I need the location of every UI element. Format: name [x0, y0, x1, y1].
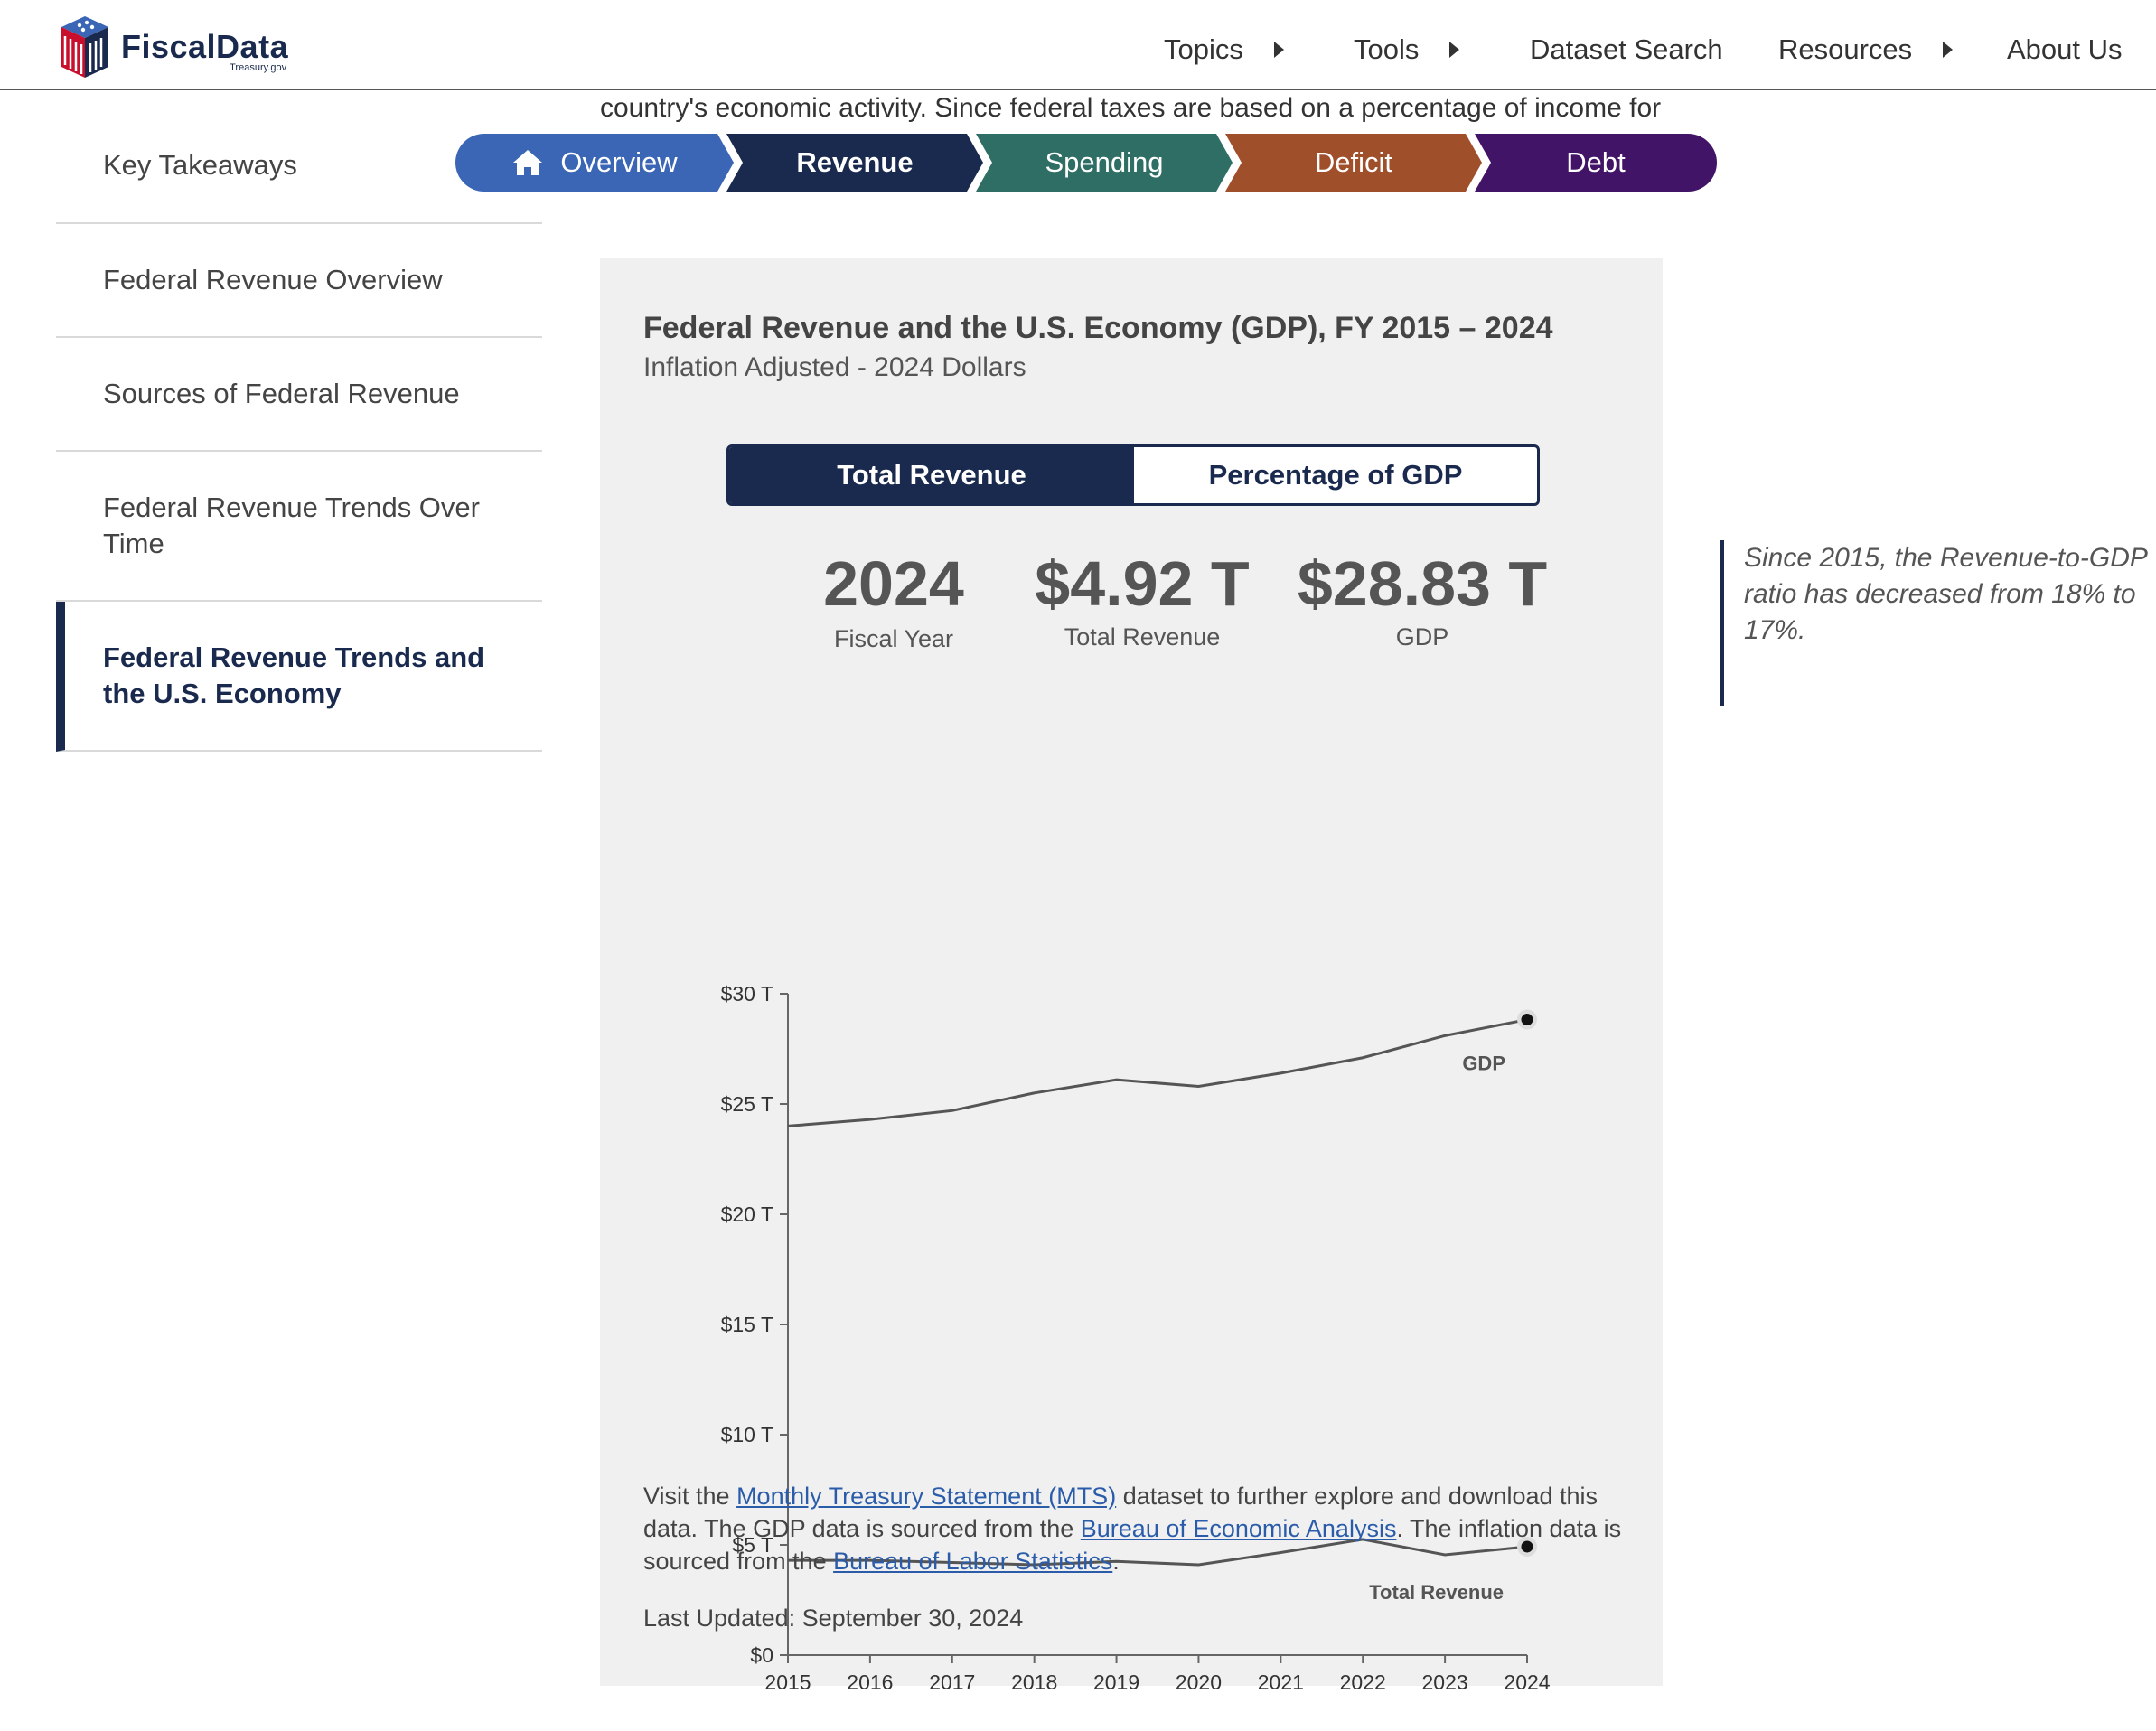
link-bureau-labor-statistics[interactable]: Bureau of Labor Statistics	[833, 1548, 1112, 1575]
explainer-nav: Overview Revenue Spending Deficit Debt	[455, 134, 1717, 192]
site-header: FiscalData Treasury.gov Topics Tools Dat…	[0, 0, 2156, 90]
chart-subtitle: Inflation Adjusted - 2024 Dollars	[643, 352, 1026, 382]
x-tick-label: 2022	[1340, 1670, 1386, 1694]
toggle-percentage-of-gdp[interactable]: Percentage of GDP	[1134, 447, 1537, 503]
caret-right-icon	[1449, 42, 1460, 58]
x-tick-label: 2021	[1258, 1670, 1304, 1694]
chart-view-toggle: Total Revenue Percentage of GDP	[726, 444, 1540, 506]
x-tick-label: 2023	[1422, 1670, 1468, 1694]
y-tick-label: $25 T	[721, 1092, 773, 1116]
logo-subtext: Treasury.gov	[230, 62, 287, 73]
last-updated: Last Updated: September 30, 2024	[643, 1605, 1024, 1632]
stat-total-revenue: $4.92 T Total Revenue	[1035, 548, 1250, 650]
fiscaldata-logo-icon	[61, 16, 108, 78]
link-mts-dataset[interactable]: Monthly Treasury Statement (MTS)	[736, 1483, 1116, 1510]
logo-wordmark: FiscalData	[121, 28, 289, 65]
intro-text: country's economic activity. Since feder…	[600, 93, 1662, 123]
chart-card: Federal Revenue and the U.S. Economy (GD…	[600, 258, 1663, 1694]
y-tick-label: $10 T	[721, 1423, 773, 1446]
y-tick-label: $15 T	[721, 1313, 773, 1336]
home-icon	[513, 150, 543, 175]
gdp-series-label: GDP	[1462, 1053, 1505, 1075]
total-revenue-series-label: Total Revenue	[1369, 1581, 1504, 1604]
caret-right-icon	[1943, 42, 1954, 58]
fiscaldata-logo[interactable]: FiscalData Treasury.gov	[54, 14, 288, 80]
x-tick-label: 2020	[1176, 1670, 1222, 1694]
sidebar-item-sources-of-revenue[interactable]: Sources of Federal Revenue	[56, 338, 542, 452]
nav-topics[interactable]: Topics	[1164, 27, 1284, 72]
sidebar-item-revenue-trends-over-time[interactable]: Federal Revenue Trends Over Time	[56, 452, 542, 602]
nav-resources[interactable]: Resources	[1778, 27, 1954, 72]
x-tick-label: 2024	[1504, 1670, 1550, 1694]
pill-spending[interactable]: Spending	[976, 134, 1233, 192]
x-tick-label: 2016	[847, 1670, 893, 1694]
pill-overview[interactable]: Overview	[455, 134, 734, 192]
pill-deficit[interactable]: Deficit	[1225, 134, 1482, 192]
stat-gdp: $28.83 T GDP	[1297, 548, 1548, 650]
gdp-series-line	[787, 1018, 1528, 1127]
nav-dataset-search[interactable]: Dataset Search	[1530, 27, 1723, 72]
link-bureau-economic-analysis[interactable]: Bureau of Economic Analysis	[1081, 1515, 1397, 1542]
y-tick-label: $20 T	[721, 1202, 773, 1226]
nav-tools[interactable]: Tools	[1354, 27, 1460, 72]
nav-about-us[interactable]: About Us	[2007, 27, 2123, 72]
revenue-gdp-callout: Since 2015, the Revenue-to-GDP ratio has…	[1720, 540, 2149, 706]
chart-title: Federal Revenue and the U.S. Economy (GD…	[643, 311, 1553, 345]
pill-revenue[interactable]: Revenue	[726, 134, 983, 192]
pill-debt[interactable]: Debt	[1475, 134, 1717, 192]
caret-right-icon	[1273, 42, 1284, 58]
x-tick-label: 2019	[1093, 1670, 1139, 1694]
table-of-contents: Key Takeaways Federal Revenue Overview S…	[56, 108, 542, 752]
sidebar-item-revenue-overview[interactable]: Federal Revenue Overview	[56, 224, 542, 338]
x-tick-label: 2018	[1011, 1670, 1057, 1694]
y-tick-label: $0	[750, 1643, 773, 1667]
toggle-total-revenue[interactable]: Total Revenue	[729, 447, 1134, 503]
gdp-endpoint-marker	[1521, 1014, 1533, 1026]
x-tick-label: 2017	[929, 1670, 975, 1694]
x-tick-label: 2015	[764, 1670, 811, 1694]
y-tick-label: $30 T	[721, 982, 773, 1006]
revenue-gdp-line-chart: $0$5 T$10 T$15 T$20 T$25 T$30 T2015 2016 2…	[721, 982, 1551, 1694]
sidebar-item-revenue-trends-economy[interactable]: Federal Revenue Trends and the U.S. Econ…	[56, 602, 542, 752]
stat-fiscal-year: 2024 Fiscal Year	[823, 548, 964, 652]
chart-footnote: Visit the Monthly Treasury Statement (MT…	[643, 1483, 1622, 1575]
